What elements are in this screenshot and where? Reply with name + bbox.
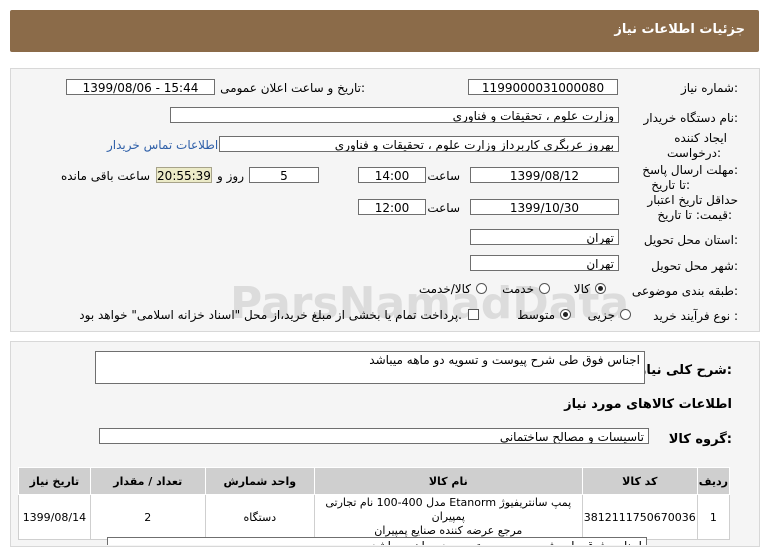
description-label: شرح کلی نیاز: (638, 363, 732, 378)
validity-time-field: 12:00 (358, 199, 426, 215)
process-label: نوع فرآیند خرید : (653, 309, 738, 323)
remaining-timer: 20:55:39 (156, 167, 212, 183)
row-name-line1: پمپ سانتریفیوژ Etanorm مدل 400-100 نام ت… (325, 496, 572, 523)
row-date: 1399/08/14 (18, 494, 91, 540)
bottom-description-field: اجناس فوق طی شرح پیوست و تسویه دو ماهه م… (107, 537, 647, 545)
goods-group-field: تاسیسات و مصالح ساختمانی (99, 428, 649, 444)
deadline-date-field: 1399/08/12 (470, 167, 619, 183)
col-index-header: ردیف (696, 467, 731, 495)
announce-label: تاریخ و ساعت اعلان عمومی: (220, 81, 365, 95)
validity-time-label: ساعت (427, 201, 460, 215)
row-name-line2: مرجع عرضه کننده صنایع پمپیران (374, 524, 523, 537)
need-number-label: شماره نیاز: (680, 81, 738, 95)
validity-date-field: 1399/10/30 (470, 199, 619, 215)
process-medium-label: متوسط (517, 308, 555, 322)
treasury-payment-checkbox[interactable] (468, 309, 479, 320)
remaining-label: ساعت باقی مانده (60, 169, 150, 183)
row-code: 3812111750670036 (581, 494, 698, 540)
deadline-label-2: تا تاریخ: (651, 178, 690, 192)
deadline-time-label: ساعت (427, 169, 460, 183)
contact-buyer-link[interactable]: اطلاعات تماس خریدار (107, 138, 218, 152)
description-field: اجناس فوق طی شرح پیوست و تسویه دو ماهه م… (95, 351, 645, 384)
city-field: تهران (470, 255, 619, 271)
category-goods-service-label: کالا/خدمت (418, 282, 471, 296)
row-qty: 2 (89, 494, 206, 540)
category-service-label: خدمت (502, 282, 534, 296)
province-field: تهران (470, 229, 619, 245)
creator-label-2: درخواست: (667, 146, 721, 160)
province-label: استان محل تحویل: (643, 233, 738, 247)
deadline-time-field: 14:00 (358, 167, 426, 183)
goods-group-label: گروه کالا: (668, 432, 732, 447)
col-name-header: نام کالا (313, 467, 583, 495)
col-code-header: کد کالا (581, 467, 698, 495)
need-number-field: 1199000031000080 (468, 79, 618, 95)
row-index: 1 (696, 494, 731, 540)
row-name: پمپ سانتریفیوژ Etanorm مدل 400-100 نام ت… (313, 494, 583, 540)
goods-table: ردیف کد کالا نام کالا واحد شمارش تعداد /… (18, 467, 731, 540)
process-minor-label: جزیی (587, 308, 615, 322)
deadline-label-1: مهلت ارسال پاسخ: (642, 163, 738, 177)
col-date-header: تاریخ نیاز (18, 467, 91, 495)
category-goods-service-radio[interactable] (476, 283, 487, 294)
creator-label-1: ایجاد کننده (674, 131, 727, 145)
category-label: طبقه بندی موضوعی: (631, 284, 738, 298)
buyer-org-field: وزارت علوم ، تحقیقات و فناوری (170, 107, 619, 123)
buyer-org-label: نام دستگاه خریدار: (643, 111, 739, 125)
creator-field: بهروز عربگری کاربرداز وزارت علوم ، تحقیق… (219, 136, 619, 152)
validity-label-2: قیمت: تا تاریخ: (657, 208, 732, 222)
announce-field: 1399/08/06 - 15:44 (66, 79, 215, 95)
validity-label-1: حداقل تاریخ اعتبار (647, 193, 738, 207)
city-label: شهر محل تحویل: (651, 259, 738, 273)
goods-heading: اطلاعات کالاهای مورد نیاز (564, 397, 732, 412)
category-goods-label: کالا (573, 282, 590, 296)
category-service-radio[interactable] (539, 283, 550, 294)
goods-table-header: ردیف کد کالا نام کالا واحد شمارش تعداد /… (18, 467, 731, 495)
table-row: 1 3812111750670036 پمپ سانتریفیوژ Etanor… (18, 494, 731, 540)
page-title-bar: جزئیات اطلاعات نیاز (10, 10, 759, 52)
process-minor-radio[interactable] (620, 309, 631, 320)
page-title: جزئیات اطلاعات نیاز (614, 22, 745, 37)
row-unit: دستگاه (204, 494, 315, 540)
col-qty-header: تعداد / مقدار (89, 467, 206, 495)
category-goods-radio[interactable] (595, 283, 606, 294)
days-field: 5 (249, 167, 319, 183)
col-unit-header: واحد شمارش (204, 467, 315, 495)
payment-note: پرداخت تمام یا بخشی از مبلغ خرید،از محل … (79, 308, 462, 322)
process-medium-radio[interactable] (560, 309, 571, 320)
days-label: روز و (217, 169, 244, 183)
